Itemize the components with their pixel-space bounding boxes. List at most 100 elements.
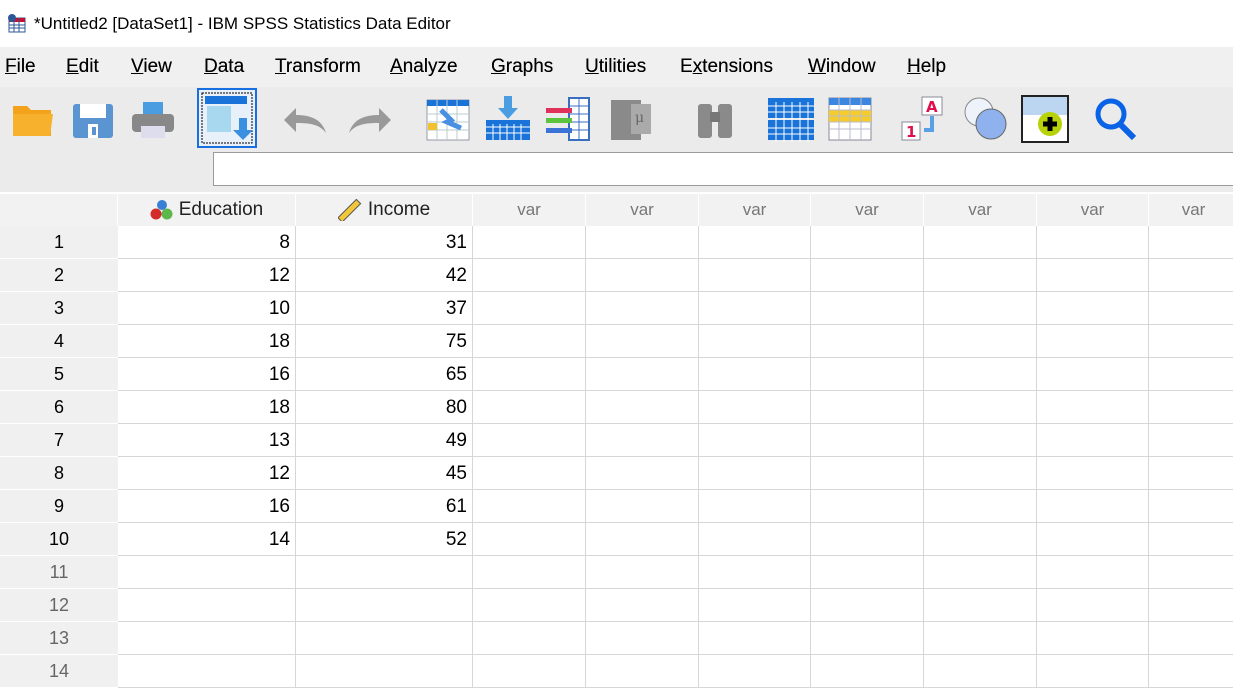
column-header-var[interactable]: var	[586, 194, 699, 226]
menu-utilities[interactable]: Utilities Utilities	[585, 56, 646, 78]
redo-icon[interactable]	[345, 94, 395, 144]
menu-extensions[interactable]: Extensions Extensions	[680, 56, 773, 78]
menu-data[interactable]: Data Data	[204, 56, 244, 78]
row-number[interactable]: 11	[0, 556, 118, 589]
data-cell[interactable]: 14	[118, 523, 296, 556]
variables-icon[interactable]	[543, 94, 593, 144]
data-cell[interactable]	[1149, 259, 1233, 292]
data-cell[interactable]	[924, 226, 1037, 259]
data-cell[interactable]	[1149, 523, 1233, 556]
data-cell[interactable]	[1037, 655, 1149, 688]
menu-analyze[interactable]: Analyze Analyze	[390, 56, 458, 78]
data-cell[interactable]	[699, 391, 811, 424]
save-icon[interactable]	[68, 94, 118, 144]
data-cell[interactable]	[473, 358, 586, 391]
data-cell[interactable]	[473, 292, 586, 325]
data-cell[interactable]: 31	[296, 226, 473, 259]
find-icon[interactable]	[690, 94, 740, 144]
row-number[interactable]: 13	[0, 622, 118, 655]
data-cell[interactable]	[1149, 457, 1233, 490]
data-cell[interactable]	[296, 622, 473, 655]
data-cell[interactable]	[473, 655, 586, 688]
data-cell[interactable]	[811, 292, 924, 325]
row-number[interactable]: 10	[0, 523, 118, 556]
data-cell[interactable]	[699, 490, 811, 523]
data-cell[interactable]	[924, 490, 1037, 523]
menu-file[interactable]: File File	[5, 56, 36, 78]
column-header-var[interactable]: var	[1149, 194, 1233, 226]
data-cell[interactable]	[1149, 325, 1233, 358]
value-labels-icon[interactable]: A1	[900, 94, 950, 144]
row-number[interactable]: 12	[0, 589, 118, 622]
data-cell[interactable]	[811, 358, 924, 391]
open-folder-icon[interactable]	[8, 94, 58, 144]
data-cell[interactable]	[1149, 358, 1233, 391]
column-header-var[interactable]: var	[811, 194, 924, 226]
data-cell[interactable]	[1149, 622, 1233, 655]
data-cell[interactable]	[586, 556, 699, 589]
data-cell[interactable]: 80	[296, 391, 473, 424]
data-cell[interactable]: 8	[118, 226, 296, 259]
data-cell[interactable]: 49	[296, 424, 473, 457]
data-cell[interactable]	[296, 556, 473, 589]
row-number[interactable]: 8	[0, 457, 118, 490]
data-cell[interactable]	[1149, 391, 1233, 424]
data-cell[interactable]	[586, 325, 699, 358]
data-cell[interactable]	[1037, 490, 1149, 523]
data-cell[interactable]: 52	[296, 523, 473, 556]
data-cell[interactable]	[586, 655, 699, 688]
data-cell[interactable]	[1037, 424, 1149, 457]
data-cell[interactable]	[811, 325, 924, 358]
row-number[interactable]: 9	[0, 490, 118, 523]
corner-cell[interactable]	[0, 194, 118, 226]
row-number[interactable]: 2	[0, 259, 118, 292]
data-cell[interactable]: 45	[296, 457, 473, 490]
data-cell[interactable]	[924, 622, 1037, 655]
select-cases-icon[interactable]	[825, 94, 875, 144]
data-cell[interactable]	[1149, 589, 1233, 622]
data-cell[interactable]	[1037, 523, 1149, 556]
data-cell[interactable]	[473, 622, 586, 655]
data-cell[interactable]	[699, 589, 811, 622]
data-cell[interactable]: 16	[118, 358, 296, 391]
data-cell[interactable]	[586, 226, 699, 259]
data-cell[interactable]	[699, 655, 811, 688]
data-cell[interactable]	[473, 589, 586, 622]
data-cell[interactable]	[924, 556, 1037, 589]
data-cell[interactable]	[924, 292, 1037, 325]
data-cell[interactable]	[699, 325, 811, 358]
data-cell[interactable]	[1037, 391, 1149, 424]
data-cell[interactable]	[924, 523, 1037, 556]
data-cell[interactable]	[811, 589, 924, 622]
row-number[interactable]: 7	[0, 424, 118, 457]
data-cell[interactable]	[1149, 490, 1233, 523]
data-cell[interactable]	[1037, 622, 1149, 655]
data-cell[interactable]	[473, 424, 586, 457]
data-cell[interactable]	[811, 391, 924, 424]
data-cell[interactable]: 13	[118, 424, 296, 457]
data-cell[interactable]	[699, 358, 811, 391]
column-header-var[interactable]: var	[1037, 194, 1149, 226]
data-cell[interactable]	[1037, 226, 1149, 259]
use-variable-sets-icon[interactable]	[960, 94, 1010, 144]
data-cell[interactable]: 65	[296, 358, 473, 391]
data-cell[interactable]	[296, 655, 473, 688]
data-cell[interactable]	[473, 226, 586, 259]
data-cell[interactable]: 75	[296, 325, 473, 358]
data-cell[interactable]	[811, 424, 924, 457]
data-cell[interactable]	[1037, 589, 1149, 622]
data-cell[interactable]	[473, 259, 586, 292]
cell-editor-input[interactable]	[213, 152, 1233, 186]
data-cell[interactable]	[586, 358, 699, 391]
menu-transform[interactable]: Transform Transform	[275, 56, 361, 78]
menu-view[interactable]: View View	[131, 56, 172, 78]
data-cell[interactable]	[699, 226, 811, 259]
data-cell[interactable]: 12	[118, 457, 296, 490]
data-cell[interactable]: 37	[296, 292, 473, 325]
data-cell[interactable]	[586, 292, 699, 325]
data-cell[interactable]: 16	[118, 490, 296, 523]
data-cell[interactable]	[924, 589, 1037, 622]
data-cell[interactable]	[811, 655, 924, 688]
data-cell[interactable]	[699, 259, 811, 292]
data-cell[interactable]	[586, 259, 699, 292]
